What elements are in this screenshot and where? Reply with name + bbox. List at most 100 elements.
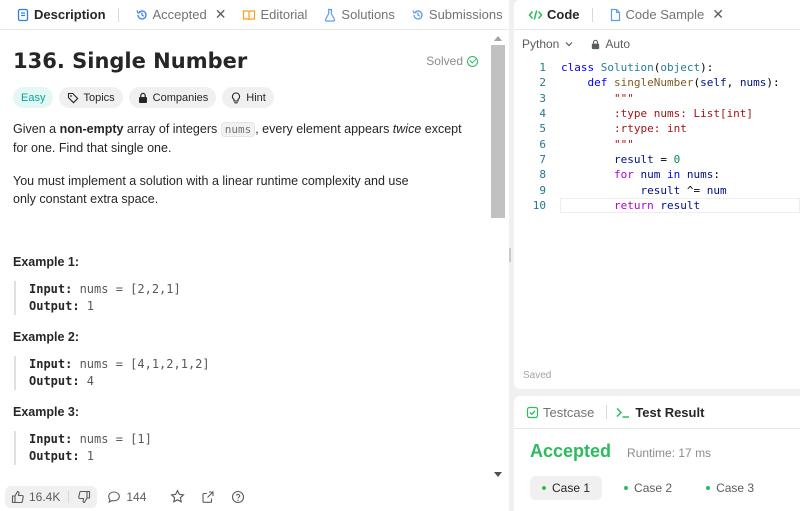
code-text: class Solution(object): [561, 61, 714, 75]
code-text: def singleNumber(self, nums): [587, 76, 780, 90]
auto-label: Auto [605, 37, 631, 51]
check-circle-icon [467, 55, 478, 67]
document-icon [610, 8, 620, 21]
companies-chip[interactable]: Companies [128, 87, 217, 108]
line-number: 8 [539, 168, 546, 182]
app-root: Description Accepted ✕ Editorial Solutio… [0, 0, 800, 511]
example-1-input: Input: nums = [2,2,1] [29, 281, 478, 298]
auto-mode[interactable]: Auto [590, 37, 630, 51]
tab-code-label: Code [547, 7, 580, 22]
tab-testcase-label: Testcase [543, 404, 595, 420]
tab-editorial[interactable]: Editorial [234, 0, 315, 30]
language-select[interactable]: Python [522, 37, 574, 51]
checkbox-icon [526, 406, 539, 418]
topics-chip[interactable]: Topics [59, 87, 123, 108]
line-number: 6 [539, 137, 546, 151]
tab-submissions[interactable]: Submissions [403, 0, 511, 30]
result-tabbar: Testcase Test Result [514, 396, 800, 429]
text-span: , every element appears [255, 122, 393, 136]
star-icon[interactable] [170, 489, 186, 504]
line-number: 9 [539, 183, 546, 197]
solved-label: Solved [426, 54, 463, 68]
output-value: 1 [79, 299, 95, 313]
case-2-button[interactable]: Case 2 [612, 476, 684, 500]
comment-icon [108, 490, 121, 503]
history-icon [135, 9, 147, 20]
share-icon[interactable] [201, 490, 215, 504]
lock-icon [592, 39, 600, 49]
line-number: 2 [539, 76, 546, 90]
case-label: Case 2 [634, 481, 673, 495]
output-label: Output: [29, 299, 80, 313]
code-text: :type nums: List[int] [561, 107, 754, 121]
description-paragraph-2: You must implement a solution with a lin… [13, 174, 409, 206]
close-icon[interactable]: ✕ [215, 6, 227, 23]
like-divider [68, 490, 70, 503]
code-brackets-icon [528, 9, 543, 20]
save-status: Saved [523, 370, 552, 381]
code-editor[interactable]: 1 class Solution(object): 2 def singleNum… [514, 60, 800, 213]
panel-resize-handle[interactable] [509, 248, 511, 262]
tab-testcase[interactable]: Testcase [518, 397, 615, 427]
code-line: 8 for num in nums: [514, 167, 800, 182]
case-3-button[interactable]: Case 3 [694, 476, 766, 500]
comments-button[interactable]: 144 [107, 490, 146, 504]
thumbs-down-icon[interactable] [77, 490, 91, 504]
tab-code[interactable]: Code [520, 0, 601, 30]
help-icon[interactable] [231, 490, 245, 504]
tab-accepted[interactable]: Accepted ✕ [127, 0, 235, 30]
code-line: 7 result = 0 [514, 152, 800, 167]
code-line: 3 """ [514, 91, 800, 106]
hint-chip[interactable]: Hint [222, 87, 274, 108]
case-label: Case 3 [716, 481, 755, 495]
input-value: nums = [4,1,2,1,2] [72, 357, 210, 371]
example-2-title: Example 2: [13, 330, 80, 344]
tab-code-sample[interactable]: Code Sample ✕ [601, 0, 733, 30]
description-panel: Description Accepted ✕ Editorial Solutio… [0, 0, 509, 511]
example-1-title: Example 1: [13, 255, 80, 269]
example-2-block: Input: nums = [4,1,2,1,2] Output: 4 [14, 356, 478, 390]
description-bottombar: 16.4K 144 [0, 482, 509, 511]
current-line-highlight [560, 198, 800, 213]
italic-text: twice [392, 122, 422, 136]
thumbs-up-icon[interactable] [11, 490, 25, 504]
scroll-down-arrow-icon[interactable] [494, 472, 502, 477]
problem-title[interactable]: 136. Single Number [13, 49, 247, 73]
solved-status: Solved [426, 54, 478, 68]
document-icon [17, 8, 29, 21]
scroll-up-arrow-icon[interactable] [494, 36, 502, 41]
close-icon[interactable]: ✕ [712, 6, 724, 23]
tab-separator [606, 405, 608, 419]
runtime-label: Runtime: 17 ms [627, 446, 712, 460]
companies-label: Companies [152, 91, 209, 104]
like-dislike-group: 16.4K [5, 485, 98, 508]
description-scrollbar[interactable] [491, 31, 505, 482]
scrollbar-thumb[interactable] [491, 45, 505, 218]
code-text: """ [561, 91, 634, 105]
input-value: nums = [2,2,1] [72, 282, 181, 296]
input-value: nums = [1] [72, 432, 152, 446]
tab-solutions[interactable]: Solutions [315, 0, 402, 30]
chevron-down-icon [565, 42, 573, 47]
code-line: 5 :rtype: int [514, 121, 800, 136]
tab-description[interactable]: Description [8, 0, 127, 30]
line-number: 4 [539, 107, 546, 121]
example-2-output: Output: 4 [29, 373, 478, 390]
code-line: 9 result ^= num [514, 182, 800, 197]
code-line: 1 class Solution(object): [514, 60, 800, 75]
tag-icon [68, 92, 79, 103]
inline-code: nums [220, 122, 256, 137]
case-1-button[interactable]: Case 1 [530, 476, 603, 500]
code-text: :rtype: int [561, 122, 687, 136]
test-result-panel: Testcase Test Result Accepted Runtime: 1… [514, 396, 800, 511]
tab-submissions-label: Submissions [428, 7, 503, 22]
line-number: 3 [539, 91, 546, 105]
tab-accepted-label: Accepted [152, 7, 207, 22]
code-text: result ^= num [640, 183, 727, 197]
code-line: 2 def singleNumber(self, nums): [514, 75, 800, 90]
book-icon [243, 9, 256, 20]
tab-test-result[interactable]: Test Result [615, 397, 712, 427]
lock-icon [138, 92, 147, 103]
input-label: Input: [29, 282, 73, 296]
